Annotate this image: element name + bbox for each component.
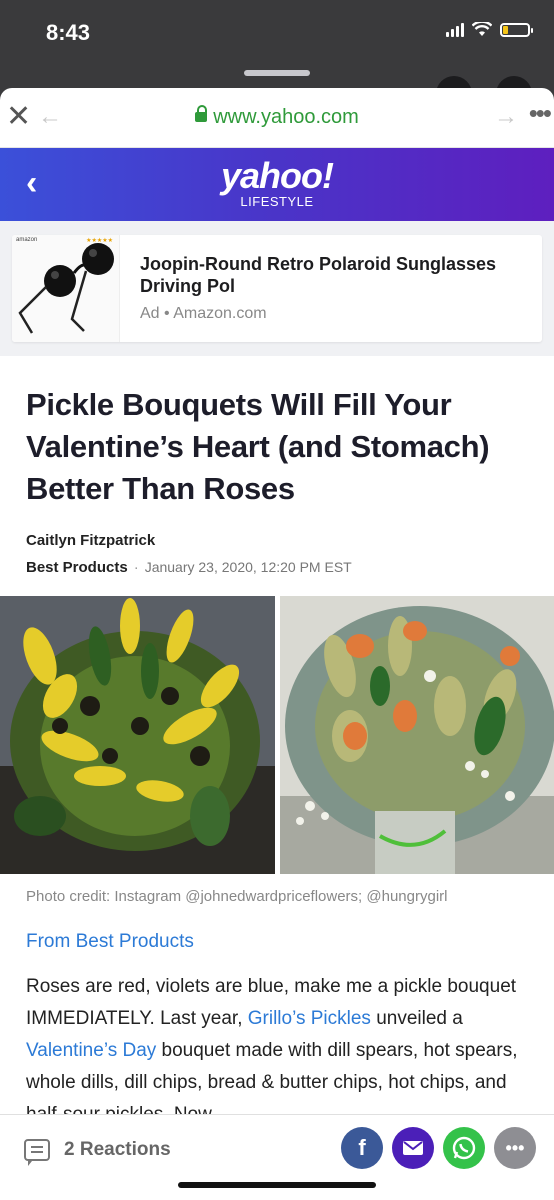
more-dots-icon: •••: [505, 1137, 525, 1158]
byline-separator: ·: [133, 559, 139, 576]
ad-text: Joopin-Round Retro Polaroid Sunglasses D…: [120, 235, 542, 342]
ad-meta: Ad • Amazon.com: [140, 305, 526, 323]
status-bar: 8:43: [0, 0, 554, 62]
ad-card[interactable]: amazon ★★★★★ Joopin-Round Retro Polaroid…: [12, 235, 542, 342]
photo-credit: Photo credit: Instagram @johnedwardprice…: [26, 888, 448, 905]
article-body: Roses are red, violets are blue, make me…: [0, 953, 554, 1131]
whatsapp-icon: [452, 1136, 476, 1160]
reactions-label[interactable]: 2 Reactions: [64, 1139, 171, 1161]
from-best-products-link[interactable]: From Best Products: [0, 905, 554, 953]
grillos-pickles-link[interactable]: Grillo’s Pickles: [248, 1008, 371, 1029]
yahoo-logo[interactable]: yahoo!: [0, 158, 554, 194]
article-headline: Pickle Bouquets Will Fill Your Valentine…: [26, 387, 490, 506]
article-header: Pickle Bouquets Will Fill Your Valentine…: [0, 384, 554, 576]
photo-pickle-bouquet-left[interactable]: [0, 596, 275, 874]
article-date: January 23, 2020, 12:20 PM EST: [144, 559, 352, 575]
sunglasses-icon: [18, 243, 114, 334]
section-label: LIFESTYLE: [240, 194, 314, 209]
url-bar: ✕ ← www.yahoo.com → •••: [0, 88, 554, 148]
rating-stars-icon: ★★★★★: [86, 238, 113, 244]
ad-source: Amazon.com: [173, 305, 267, 322]
battery-icon: [500, 23, 533, 37]
facebook-icon: f: [358, 1135, 366, 1160]
url-text: www.yahoo.com: [213, 106, 359, 128]
facebook-share-button[interactable]: f: [341, 1127, 383, 1169]
envelope-icon: [403, 1141, 423, 1155]
comment-icon[interactable]: [24, 1139, 50, 1166]
sheet-grabber[interactable]: [244, 70, 310, 76]
article-source[interactable]: Best Products: [26, 559, 128, 576]
lock-icon: [195, 105, 208, 122]
photo-pickle-bouquet-right[interactable]: [279, 596, 554, 874]
battery-level: [503, 26, 508, 34]
signal-icon: [446, 23, 464, 37]
browser-sheet: ✕ ← www.yahoo.com → ••• ‹ yahoo! LIFESTY…: [0, 88, 554, 1200]
article-byline: Best Products · January 23, 2020, 12:20 PM…: [26, 559, 528, 576]
article-author[interactable]: Caitlyn Fitzpatrick: [26, 532, 528, 549]
body-text-2: unveiled a: [370, 1008, 463, 1029]
ad-label: Ad: [140, 305, 160, 322]
ad-separator: •: [164, 305, 174, 322]
valentines-day-link[interactable]: Valentine’s Day: [26, 1040, 156, 1061]
url-display[interactable]: www.yahoo.com: [0, 105, 554, 129]
ad-container: amazon ★★★★★ Joopin-Round Retro Polaroid…: [0, 221, 554, 356]
wifi-icon: [472, 22, 492, 36]
home-indicator: [178, 1182, 376, 1188]
ad-thumb-brand: amazon: [16, 237, 38, 243]
article-photos: [0, 596, 554, 874]
status-icons: [446, 22, 533, 38]
email-share-button[interactable]: [392, 1127, 434, 1169]
ad-thumbnail[interactable]: amazon ★★★★★: [12, 235, 120, 342]
yahoo-header: ‹ yahoo! LIFESTYLE: [0, 148, 554, 221]
whatsapp-share-button[interactable]: [443, 1127, 485, 1169]
ad-title[interactable]: Joopin-Round Retro Polaroid Sunglasses D…: [140, 253, 526, 297]
more-icon[interactable]: •••: [529, 98, 552, 129]
status-time: 8:43: [46, 20, 91, 45]
forward-arrow-icon[interactable]: →: [494, 104, 518, 130]
more-share-button[interactable]: •••: [494, 1127, 536, 1169]
